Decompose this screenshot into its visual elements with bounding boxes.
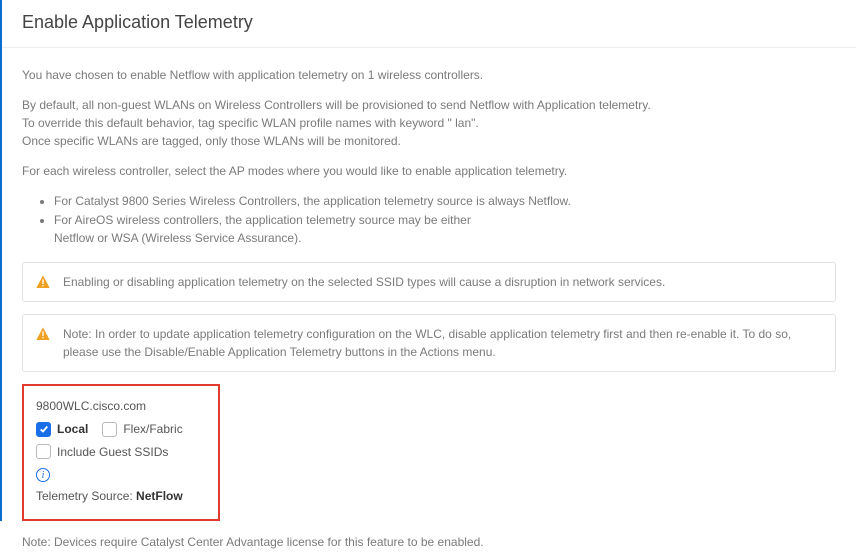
license-footnote: Note: Devices require Catalyst Center Ad… xyxy=(22,533,836,549)
flex-fabric-checkbox[interactable] xyxy=(102,422,117,437)
intro-paragraph-2: By default, all non-guest WLANs on Wirel… xyxy=(22,96,836,150)
intro-line-3: For each wireless controller, select the… xyxy=(22,162,836,180)
intro-p2-b: To override this default behavior, tag s… xyxy=(22,116,479,130)
intro-line-1: You have chosen to enable Netflow with a… xyxy=(22,66,836,84)
page-root: Enable Application Telemetry You have ch… xyxy=(0,0,856,521)
intro-block: You have chosen to enable Netflow with a… xyxy=(22,66,836,180)
checkbox-row-flex: Flex/Fabric xyxy=(102,419,182,439)
warning-alert-disruption: Enabling or disabling application teleme… xyxy=(22,262,836,302)
controller-config-box: 9800WLC.cisco.com Local Flex/Fabric Incl… xyxy=(22,384,220,521)
local-checkbox-label: Local xyxy=(57,419,88,439)
warning-alert-note: Note: In order to update application tel… xyxy=(22,314,836,372)
telemetry-source-prefix: Telemetry Source: xyxy=(36,489,136,503)
warning-text-1: Enabling or disabling application teleme… xyxy=(63,273,665,291)
telemetry-source-value: NetFlow xyxy=(136,489,183,503)
bullet-item-2: For AireOS wireless controllers, the app… xyxy=(54,211,836,248)
controller-hostname: 9800WLC.cisco.com xyxy=(36,396,206,416)
bullet-item-1: For Catalyst 9800 Series Wireless Contro… xyxy=(54,192,836,211)
intro-p2-a: By default, all non-guest WLANs on Wirel… xyxy=(22,98,651,112)
bullet-2-line-a: For AireOS wireless controllers, the app… xyxy=(54,213,471,227)
telemetry-source-line: Telemetry Source: NetFlow xyxy=(36,486,206,506)
local-checkbox[interactable] xyxy=(36,422,51,437)
intro-p2-c: Once specific WLANs are tagged, only tho… xyxy=(22,134,401,148)
bullet-2-line-b: Netflow or WSA (Wireless Service Assuran… xyxy=(54,231,301,245)
flex-fabric-checkbox-label: Flex/Fabric xyxy=(123,419,182,439)
info-icon[interactable]: i xyxy=(36,468,50,482)
bullet-list: For Catalyst 9800 Series Wireless Contro… xyxy=(54,192,836,248)
include-guest-checkbox[interactable] xyxy=(36,444,51,459)
ap-mode-row: Local Flex/Fabric xyxy=(36,419,206,439)
include-guest-checkbox-label: Include Guest SSIDs xyxy=(57,442,168,462)
checkbox-row-guest: Include Guest SSIDs xyxy=(36,442,206,462)
checkbox-row-local: Local xyxy=(36,419,88,439)
page-content: You have chosen to enable Netflow with a… xyxy=(2,48,856,557)
warning-icon xyxy=(35,326,51,342)
warning-text-2: Note: In order to update application tel… xyxy=(63,325,823,361)
warning-icon xyxy=(35,274,51,290)
page-title: Enable Application Telemetry xyxy=(2,0,856,48)
